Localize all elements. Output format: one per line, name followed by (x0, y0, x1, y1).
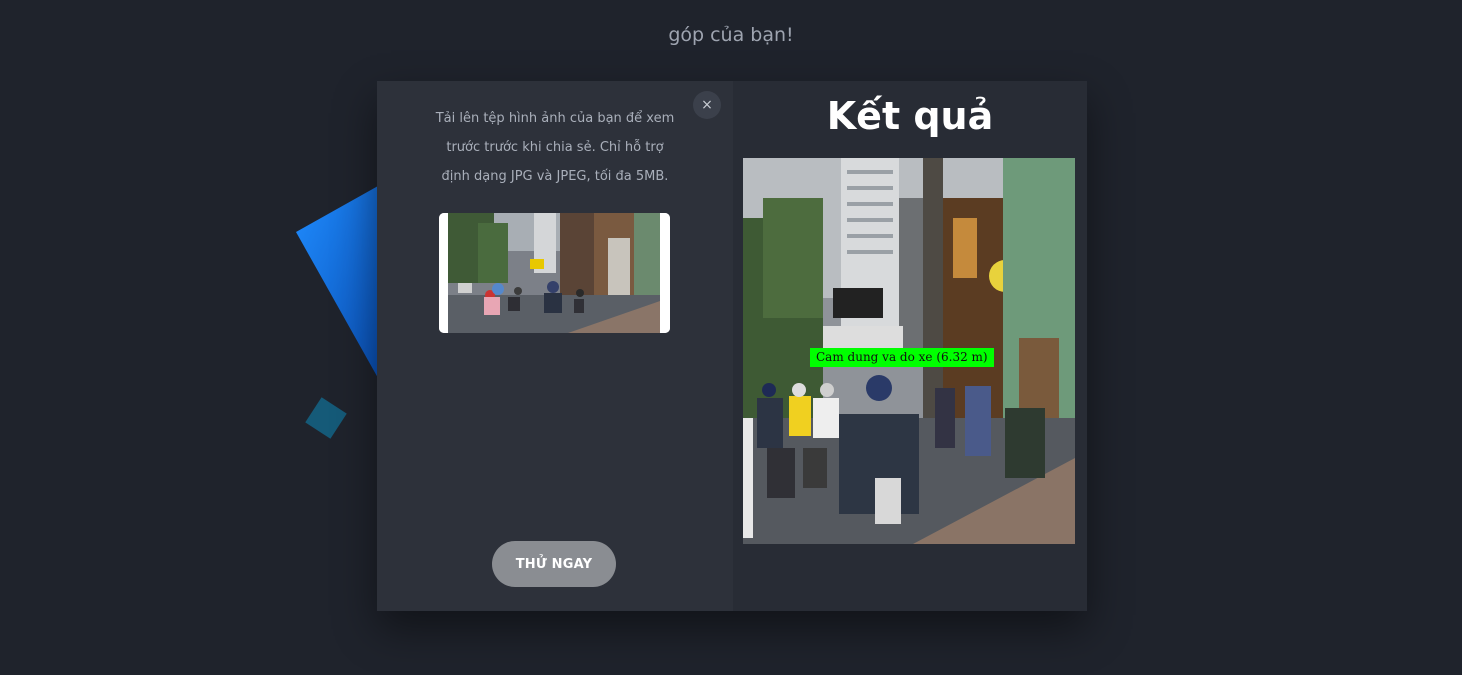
result-title: Kết quả (826, 94, 994, 138)
detection-label: Cam dung va do xe (6.32 m) (810, 348, 994, 367)
close-icon: × (701, 97, 713, 113)
upload-panel: × Tải lên tệp hình ảnh của bạn để xem tr… (377, 81, 733, 611)
uploaded-image-preview[interactable] (439, 213, 670, 333)
result-panel: Kết quả Cam dung va do xe (6.32 m) (733, 81, 1087, 611)
intro-text: góp của bạn! (360, 0, 1102, 52)
street-thumbnail-image (439, 213, 670, 333)
close-button[interactable]: × (693, 91, 721, 119)
upload-modal: × Tải lên tệp hình ảnh của bạn để xem tr… (377, 81, 1087, 611)
result-image: Cam dung va do xe (6.32 m) (743, 158, 1075, 544)
decorative-triangle (296, 186, 378, 378)
page: góp của bạn! × Tải lên tệp hình ảnh của … (0, 0, 1462, 675)
decorative-square (305, 397, 347, 439)
try-now-button[interactable]: THỬ NGAY (492, 541, 616, 587)
intro-line: góp của bạn! (668, 24, 794, 46)
upload-description: Tải lên tệp hình ảnh của bạn để xem trướ… (435, 111, 675, 184)
